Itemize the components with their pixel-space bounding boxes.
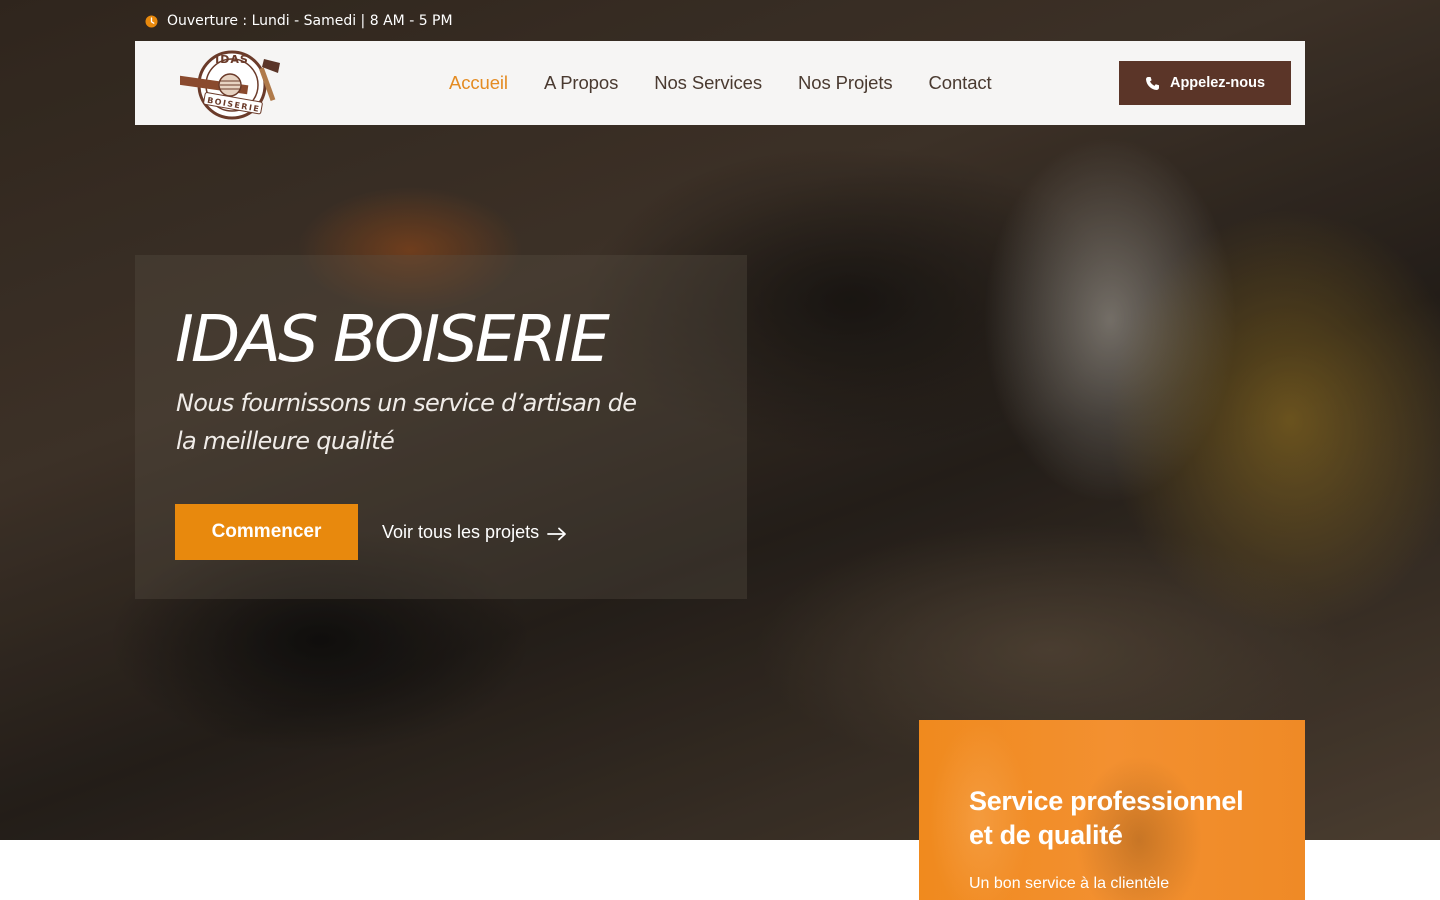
svg-text:IDAS: IDAS xyxy=(215,53,249,66)
view-all-projects-label: Voir tous les projets xyxy=(382,521,540,542)
brand-logo[interactable]: IDAS BOISERIE xyxy=(177,47,292,121)
hero-title-part2: BOISERIE xyxy=(332,303,610,377)
view-all-projects-link[interactable]: Voir tous les projets xyxy=(382,519,567,545)
hero-subtitle: Nous fournissons un service d’artisan de… xyxy=(176,389,637,455)
service-card-title: Service professionnel et de qualité xyxy=(969,786,1244,850)
nav-item-contact[interactable]: Contact xyxy=(929,72,992,94)
opening-hours-bar: Ouverture : Lundi - Samedi | 8 AM - 5 PM xyxy=(145,12,453,30)
start-button[interactable]: Commencer xyxy=(175,504,358,560)
call-us-button[interactable]: Appelez-nous xyxy=(1119,61,1291,105)
service-card-subtitle: Un bon service à la clientèle xyxy=(969,875,1170,892)
hero-title: IDAS BOISERIE xyxy=(175,300,610,382)
call-us-label: Appelez-nous xyxy=(1169,75,1266,91)
nav-item-nos-services[interactable]: Nos Services xyxy=(654,72,762,94)
clock-icon xyxy=(145,15,158,28)
nav-item-accueil[interactable]: Accueil xyxy=(449,72,508,94)
opening-hours-text: Ouverture : Lundi - Samedi | 8 AM - 5 PM xyxy=(167,13,453,29)
main-navbar: IDAS BOISERIE Accueil A Propos Nos Servi… xyxy=(135,41,1305,125)
hero-title-highlight: BOISERIE xyxy=(330,300,610,382)
nav-item-nos-projets[interactable]: Nos Projets xyxy=(798,72,893,94)
primary-menu: Accueil A Propos Nos Services Nos Projet… xyxy=(449,41,1028,125)
phone-icon xyxy=(1145,76,1160,91)
hero-title-part1: IDAS xyxy=(175,303,319,377)
nav-item-a-propos[interactable]: A Propos xyxy=(544,72,618,94)
arrow-right-icon xyxy=(547,525,567,541)
service-highlight-card: Service professionnel et de qualité Un b… xyxy=(919,720,1305,900)
